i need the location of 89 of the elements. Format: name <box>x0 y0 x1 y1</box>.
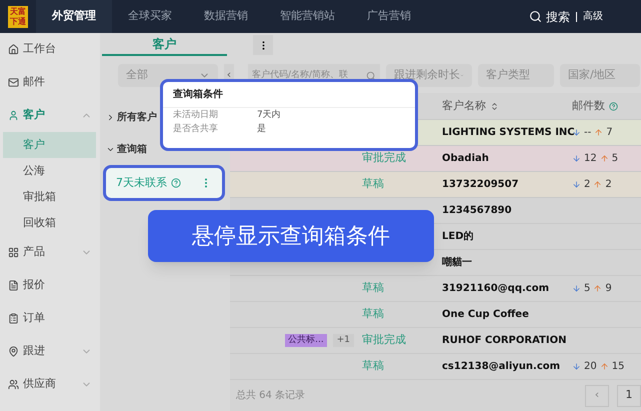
customer-name[interactable]: 嘲貓一 <box>442 257 472 268</box>
table-row[interactable]: 草稿 One Cup Coffee <box>230 301 641 327</box>
help-icon[interactable] <box>609 102 618 110</box>
table-row[interactable]: 审批完成 Obadiah 12 5 <box>230 145 641 171</box>
clipboard-icon <box>8 313 19 324</box>
mail-icon <box>8 77 19 88</box>
map-pin-icon <box>8 346 19 357</box>
grid-icon <box>8 247 19 258</box>
arrow-up-icon <box>600 154 609 163</box>
nav-tab[interactable]: 广告营销 <box>351 0 427 33</box>
sidebar-item[interactable]: 产品 <box>0 236 100 269</box>
mail-count: 15 <box>612 360 624 374</box>
table-row[interactable]: 草稿 cs12138@aliyun.com 20 15 <box>230 353 641 379</box>
arrow-up-icon <box>593 284 602 293</box>
sort-icon[interactable] <box>490 102 499 110</box>
status-text: 审批完成 <box>362 333 406 346</box>
sidebar-item[interactable]: 报价 <box>0 269 100 302</box>
customer-name[interactable]: 1234567890 <box>442 205 512 216</box>
customer-name[interactable]: 31921160@qq.com <box>442 283 549 294</box>
mail-count: 20 <box>584 360 597 374</box>
arrow-up-icon <box>593 180 602 189</box>
tag-count: +1 <box>332 334 354 348</box>
mail-count: 2 <box>584 178 590 192</box>
customer-name[interactable]: cs12138@aliyun.com <box>442 361 560 372</box>
customer-name[interactable]: LIGHTING SYSTEMS INC <box>442 127 575 138</box>
record-total: 总共 64 条记录 <box>236 388 306 403</box>
nav-tab[interactable]: 数据营销 <box>188 0 264 33</box>
more-button[interactable] <box>253 35 273 55</box>
mail-count: -- <box>584 126 592 140</box>
status-text: 草稿 <box>362 307 384 320</box>
mail-count: 12 <box>584 152 597 166</box>
condition-value: 7天内 <box>257 108 281 122</box>
mail-count: 7 <box>606 126 613 140</box>
nav-tab[interactable]: 全球买家 <box>112 0 188 33</box>
table-row[interactable]: 公共标... +1 审批完成 RUHOF CORPORATION <box>230 327 641 353</box>
mail-count: 2 <box>605 178 612 192</box>
sidebar-subitem[interactable]: 审批箱 <box>3 184 96 210</box>
page-button[interactable]: 1 <box>617 384 641 406</box>
condition-label: 是否含共享 <box>173 122 219 136</box>
sidebar-item[interactable]: 邮件 <box>0 66 100 99</box>
help-icon[interactable] <box>171 178 181 188</box>
sidebar-item[interactable]: 供应商 <box>0 368 100 401</box>
customer-name[interactable]: 13732209507 <box>442 179 519 190</box>
sidebar-item[interactable]: 订单 <box>0 302 100 335</box>
sidebar-item[interactable]: 工作台 <box>0 33 100 66</box>
search-icon <box>366 70 376 80</box>
search-icon[interactable] <box>529 10 542 23</box>
chevron-right-icon[interactable] <box>106 112 115 122</box>
customer-name[interactable]: RUHOF CORPORATION <box>442 335 566 346</box>
user-icon <box>8 110 19 121</box>
tooltip-title: 查询箱条件 <box>163 82 415 108</box>
arrow-down-icon <box>572 284 581 293</box>
sidebar-item[interactable]: 跟进 <box>0 335 100 368</box>
column-header: 邮件数 <box>572 98 605 114</box>
hint-toast: 悬停显示查询箱条件 <box>148 210 434 262</box>
status-text: 审批完成 <box>362 151 406 164</box>
document-icon <box>8 280 19 291</box>
table-row[interactable]: 草稿 13732209507 2 2 <box>230 171 641 197</box>
arrow-down-icon <box>572 180 581 189</box>
column-header[interactable]: 客户名称 <box>442 98 486 114</box>
customer-name[interactable]: LED的 <box>442 231 474 242</box>
customer-name[interactable]: Obadiah <box>442 153 489 164</box>
condition-value: 是 <box>257 122 266 136</box>
arrow-down-icon <box>572 128 581 137</box>
customer-name[interactable]: One Cup Coffee <box>442 309 529 320</box>
group-header[interactable]: 所有客户 <box>117 110 157 124</box>
mail-count: 5 <box>612 152 618 166</box>
table-row[interactable]: 草稿 31921160@qq.com 5 9 <box>230 275 641 301</box>
home-icon <box>8 44 19 55</box>
search-link[interactable]: 搜索 <box>546 8 570 26</box>
nav-tab[interactable]: 外贸管理 <box>36 0 112 33</box>
nav-tab[interactable]: 智能营销站 <box>264 0 351 33</box>
advanced-link[interactable]: 高级 <box>583 9 603 24</box>
arrow-down-icon <box>572 154 581 163</box>
sidebar-subitem[interactable]: 公海 <box>3 158 96 184</box>
status-text: 草稿 <box>362 281 384 294</box>
arrow-up-icon <box>600 362 609 371</box>
mail-count: 9 <box>605 282 612 296</box>
logo: 天富下通 <box>8 6 28 28</box>
arrow-down-icon <box>572 362 581 371</box>
status-text: 草稿 <box>362 359 384 372</box>
status-text: 草稿 <box>362 177 384 190</box>
users-icon <box>8 379 19 390</box>
mail-count: 5 <box>584 282 590 296</box>
group-header[interactable]: 查询箱 <box>117 142 147 156</box>
tag: 公共标... <box>285 334 327 348</box>
arrow-up-icon <box>594 128 604 137</box>
condition-label: 未活动日期 <box>173 108 219 122</box>
sidebar-subitem[interactable]: 回收箱 <box>3 210 96 236</box>
